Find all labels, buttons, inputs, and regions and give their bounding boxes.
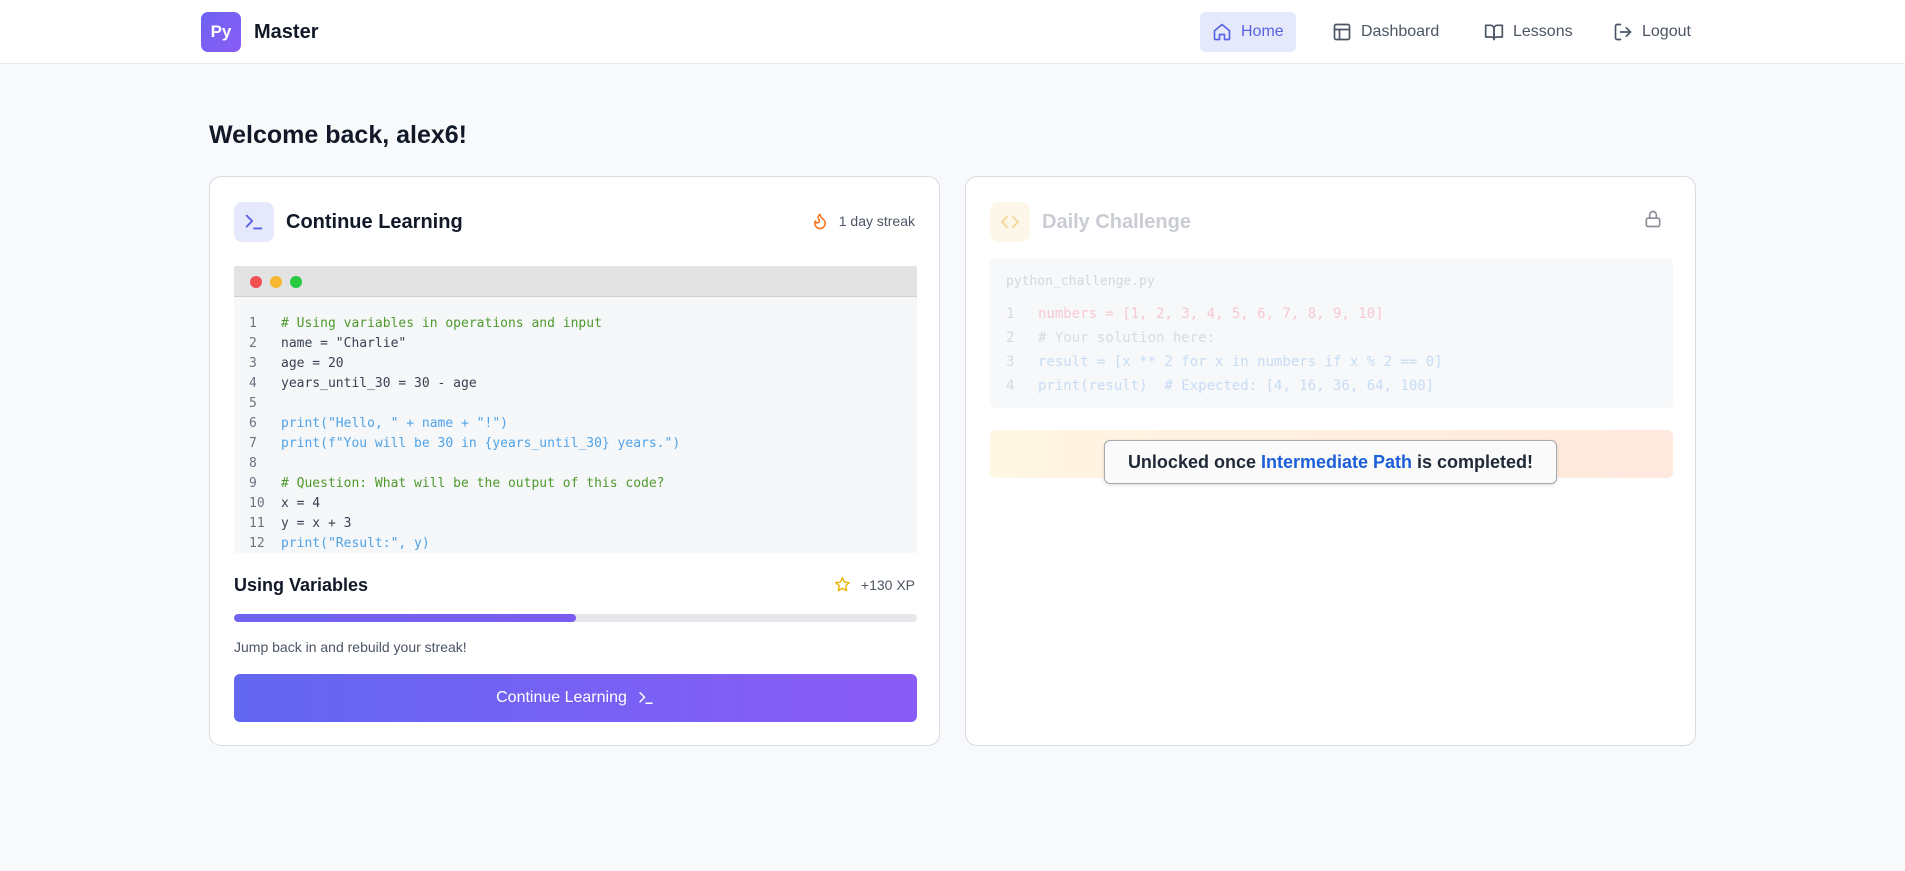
code-text: age = 20 <box>281 356 344 371</box>
line-number: 9 <box>249 476 257 491</box>
star-icon <box>834 577 850 592</box>
code-line: 9 # Question: What will be the output of … <box>234 474 917 494</box>
streak-text: 1 day streak <box>838 213 915 229</box>
code-lines: 1 # Using variables in operations and inp… <box>234 314 917 553</box>
code-line: 5 <box>234 394 917 414</box>
lesson-title: Using Variables <box>234 575 369 595</box>
terminal-icon <box>639 692 653 704</box>
unlock-requirement-message: Unlocked once Intermediate Path is compl… <box>1104 440 1557 484</box>
code-text: result = [x ** 2 for x in numbers if x %… <box>1038 354 1443 370</box>
code-line: 8 <box>234 454 917 474</box>
code-text: print(f"You will be 30 in {years_until_3… <box>281 436 681 451</box>
line-number: 10 <box>249 496 265 511</box>
maximize-dot <box>290 276 302 288</box>
line-number: 6 <box>249 416 257 431</box>
terminal-icon-badge <box>234 202 274 242</box>
code-editor: 1 # Using variables in operations and inp… <box>234 266 917 553</box>
top-navbar: Py Master Home Dashboard Lessons Logout <box>0 0 1905 64</box>
editor-titlebar <box>234 266 917 297</box>
code-text: numbers = [1, 2, 3, 4, 5, 6, 7, 8, 9, 10… <box>1038 306 1384 322</box>
nav-dashboard[interactable]: Dashboard <box>1320 12 1451 52</box>
code-line: 10 x = 4 <box>234 494 917 514</box>
line-number: 5 <box>249 396 257 411</box>
line-number: 1 <box>249 316 257 331</box>
continue-learning-card: Continue Learning 1 day streak 1 # Using … <box>209 176 940 746</box>
line-number: 3 <box>249 356 257 371</box>
daily-challenge-card: Daily Challenge python_challenge.py 1 num… <box>965 176 1696 746</box>
challenge-filename: python_challenge.py <box>1006 274 1155 289</box>
terminal-icon <box>245 214 263 230</box>
line-number: 2 <box>249 336 257 351</box>
welcome-heading: Welcome back, alex6! <box>209 121 468 149</box>
minimize-dot <box>270 276 282 288</box>
close-dot <box>250 276 262 288</box>
code-text: x = 4 <box>281 496 321 511</box>
line-number: 2 <box>1006 330 1015 346</box>
challenge-code-preview: python_challenge.py 1 numbers = [1, 2, 3,… <box>990 258 1673 408</box>
intermediate-path-link[interactable]: Intermediate Path <box>1261 452 1412 473</box>
lesson-progress-bar <box>234 614 917 622</box>
continue-learning-button[interactable]: Continue Learning <box>234 674 917 722</box>
unlock-message-suffix: is completed! <box>1412 451 1534 472</box>
code-line: 12 print("Result:", y) <box>234 534 917 553</box>
challenge-code-line: 4 print(result) # Expected: [4, 16, 36, 6… <box>1006 374 1443 398</box>
code-text: # Question: What will be the output of t… <box>281 476 665 491</box>
code-text: name = "Charlie" <box>281 336 407 351</box>
xp-text: +130 XP <box>860 576 915 593</box>
line-number: 1 <box>1006 306 1015 322</box>
streak-indicator: 1 day streak <box>811 212 915 230</box>
code-text: print("Hello, " + name + "!") <box>281 416 508 431</box>
code-line: 3 age = 20 <box>234 354 917 374</box>
code-line: 11 y = x + 3 <box>234 514 917 534</box>
code-text: print("Result:", y) <box>281 536 430 551</box>
challenge-code-line: 1 numbers = [1, 2, 3, 4, 5, 6, 7, 8, 9, 1… <box>1006 302 1443 326</box>
lesson-progress-fill <box>234 614 576 622</box>
code-line: 6 print("Hello, " + name + "!") <box>234 414 917 434</box>
code-text: # Your solution here: <box>1038 330 1216 346</box>
code-line: 4 years_until_30 = 30 - age <box>234 374 917 394</box>
code-icon <box>1001 216 1019 228</box>
logout-icon <box>1614 23 1632 41</box>
brand-badge: Py <box>201 12 241 52</box>
layout-icon <box>1333 23 1351 41</box>
unlock-message-prefix: Unlocked once <box>1127 451 1261 472</box>
challenge-code-lines: 1 numbers = [1, 2, 3, 4, 5, 6, 7, 8, 9, 1… <box>1006 302 1443 398</box>
code-text: # Using variables in operations and inpu… <box>281 316 602 331</box>
continue-learning-button-label: Continue Learning <box>496 689 627 706</box>
brand-logo[interactable]: Py Master <box>201 12 318 52</box>
code-line: 7 print(f"You will be 30 in {years_until_… <box>234 434 917 454</box>
code-text: y = x + 3 <box>281 516 352 531</box>
code-text: print(result) # Expected: [4, 16, 36, 64… <box>1038 378 1435 394</box>
code-line: 1 # Using variables in operations and inp… <box>234 314 917 334</box>
nav-dashboard-label: Dashboard <box>1361 23 1440 40</box>
line-number: 8 <box>249 456 257 471</box>
code-text: years_until_30 = 30 - age <box>281 376 477 391</box>
nav-lessons[interactable]: Lessons <box>1472 12 1585 52</box>
line-number: 11 <box>249 516 265 531</box>
line-number: 4 <box>1006 378 1015 394</box>
book-icon <box>1484 24 1504 41</box>
code-line: 2 name = "Charlie" <box>234 334 917 354</box>
line-number: 4 <box>249 376 257 391</box>
code-icon-badge <box>990 202 1030 242</box>
continue-learning-title: Continue Learning <box>286 211 463 233</box>
challenge-code-line: 3 result = [x ** 2 for x in numbers if x … <box>1006 350 1443 374</box>
nav-lessons-label: Lessons <box>1513 23 1573 40</box>
nav-logout[interactable]: Logout <box>1601 12 1703 52</box>
flame-icon <box>813 213 826 230</box>
nav-home-label: Home <box>1241 23 1284 40</box>
challenge-code-line: 2 # Your solution here: <box>1006 326 1443 350</box>
brand-name: Master <box>254 20 319 43</box>
line-number: 7 <box>249 436 257 451</box>
xp-reward: +130 XP <box>834 576 915 593</box>
line-number: 3 <box>1006 354 1015 370</box>
home-icon <box>1213 23 1231 41</box>
lock-icon <box>1645 210 1661 228</box>
nav-logout-label: Logout <box>1642 23 1691 40</box>
streak-subtext: Jump back in and rebuild your streak! <box>234 639 467 655</box>
line-number: 12 <box>249 536 265 551</box>
daily-challenge-title: Daily Challenge <box>1042 211 1191 233</box>
nav-home[interactable]: Home <box>1200 12 1296 52</box>
